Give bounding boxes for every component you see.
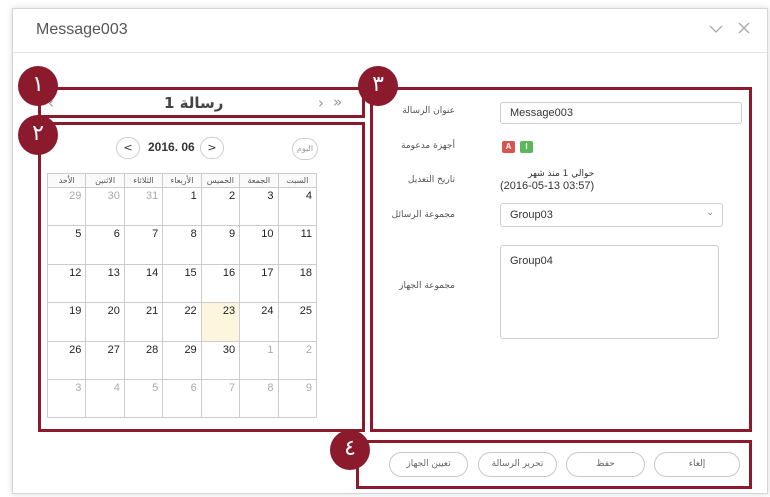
calendar-day[interactable]: 6 — [162, 378, 202, 419]
assign-device-button[interactable]: تعيين الجهاز — [389, 452, 468, 477]
calendar-day[interactable]: 7 — [123, 225, 164, 265]
modified-date-value: حوالي 1 منذ شهر (2016-05-13 03:57) — [500, 168, 594, 192]
edit-message-button[interactable]: تحرير الرسالة — [478, 452, 557, 477]
weekday-label: الجمعة — [239, 173, 279, 188]
calendar-day[interactable]: 8 — [239, 378, 279, 419]
supported-devices-label: أجهزة مدعومة — [401, 141, 455, 151]
calendar-day[interactable]: 2 — [277, 340, 318, 380]
chevron-down-icon[interactable] — [705, 19, 727, 41]
calendar-day[interactable]: 5 — [123, 378, 164, 419]
calendar-day[interactable]: 20 — [85, 302, 125, 342]
prev-month-button[interactable]: < — [116, 137, 140, 159]
weekday-label: الخميس — [200, 173, 241, 188]
chevron-down-icon: ⌄ — [706, 208, 714, 218]
calendar-day[interactable]: 31 — [123, 186, 164, 227]
calendar-week: 12 13 14 15 16 17 18 — [46, 263, 318, 304]
message-group-label: مجموعة الرسائل — [391, 210, 455, 220]
chevron-right-icon[interactable]: › — [318, 94, 324, 112]
message-title-input[interactable] — [500, 102, 742, 124]
device-group-label: مجموعة الجهاز — [399, 281, 455, 291]
weekday-label: الأربعاء — [162, 173, 202, 188]
calendar-day[interactable]: 28 — [123, 340, 164, 380]
weekday-header: الأحد الاثنين الثلاثاء الأربعاء الخميس ا… — [46, 173, 318, 188]
weekday-label: السبت — [277, 173, 318, 188]
calendar-day[interactable]: 11 — [277, 225, 318, 265]
cancel-button[interactable]: إلغاء — [654, 452, 740, 477]
save-button[interactable]: حفظ — [566, 452, 645, 477]
dialog-title: Message003 — [36, 21, 128, 38]
calendar-day[interactable]: 18 — [277, 263, 318, 304]
calendar-day[interactable]: 22 — [162, 302, 202, 342]
device-group-textarea[interactable]: Group04 — [500, 245, 719, 339]
calendar-day[interactable]: 1 — [239, 340, 279, 380]
calendar-month: 2016. 06 — [148, 140, 195, 154]
close-icon[interactable] — [733, 19, 755, 41]
calendar-week: 29 30 31 1 2 3 4 — [46, 186, 318, 227]
message-group-value: Group03 — [510, 209, 553, 221]
calendar-day[interactable]: 10 — [239, 225, 279, 265]
annotation-badge-1: ١ — [18, 66, 58, 106]
calendar-day[interactable]: 9 — [277, 378, 318, 419]
calendar-day[interactable]: 4 — [85, 378, 125, 419]
calendar-day[interactable]: 16 — [200, 263, 241, 304]
calendar-day[interactable]: 27 — [85, 340, 125, 380]
double-chevron-right-icon[interactable]: » — [333, 93, 342, 111]
message-group-select[interactable]: Group03 ⌄ — [500, 203, 723, 227]
calendar-day[interactable]: 25 — [277, 302, 318, 342]
modified-relative: حوالي 1 منذ شهر — [527, 169, 595, 179]
calendar-day[interactable]: 8 — [162, 225, 202, 265]
calendar-day[interactable]: 9 — [200, 225, 241, 265]
calendar-day[interactable]: 3 — [239, 186, 279, 227]
weekday-label: الثلاثاء — [123, 173, 164, 188]
calendar-day-today[interactable]: 23 — [200, 302, 241, 342]
calendar-day[interactable]: 24 — [239, 302, 279, 342]
android-device-badge: A — [502, 141, 515, 153]
annotation-badge-4: ٤ — [330, 430, 370, 470]
calendar-day[interactable]: 29 — [46, 186, 87, 227]
calendar-day[interactable]: 2 — [200, 186, 241, 227]
calendar-day[interactable]: 4 — [277, 186, 318, 227]
calendar-day[interactable]: 15 — [162, 263, 202, 304]
calendar-week: 26 27 28 29 30 1 2 — [46, 340, 318, 380]
modified-date-label: تاريخ التعديل — [407, 175, 455, 185]
calendar-day[interactable]: 12 — [46, 263, 87, 304]
calendar-day[interactable]: 6 — [85, 225, 125, 265]
modified-timestamp: (2016-05-13 03:57) — [500, 180, 595, 192]
calendar-day[interactable]: 19 — [46, 302, 87, 342]
today-button[interactable]: اليوم — [292, 138, 318, 160]
annotation-badge-3: ٣ — [358, 66, 398, 106]
ios-device-badge: I — [520, 141, 533, 153]
calendar-day[interactable]: 3 — [46, 378, 87, 419]
calendar-day[interactable]: 13 — [85, 263, 125, 304]
annotation-badge-2: ٢ — [18, 115, 58, 155]
dialog-header: Message003 — [13, 9, 767, 53]
calendar-day[interactable]: 26 — [46, 340, 87, 380]
message-title: رسالة 1 — [164, 94, 224, 112]
calendar-day[interactable]: 5 — [46, 225, 87, 265]
calendar-day[interactable]: 1 — [162, 186, 202, 227]
message-title-label: عنوان الرسالة — [402, 106, 455, 116]
calendar-day[interactable]: 14 — [123, 263, 164, 304]
weekday-label: الاثنين — [85, 173, 125, 188]
calendar-day[interactable]: 30 — [200, 340, 241, 380]
calendar-grid: الأحد الاثنين الثلاثاء الأربعاء الخميس ا… — [46, 173, 318, 419]
calendar-day[interactable]: 7 — [200, 378, 241, 419]
calendar-week: 3 4 5 6 7 8 9 — [46, 378, 318, 419]
calendar-day[interactable]: 29 — [162, 340, 202, 380]
calendar-day[interactable]: 30 — [85, 186, 125, 227]
next-month-button[interactable]: > — [200, 137, 224, 159]
calendar-day[interactable]: 17 — [239, 263, 279, 304]
calendar-week: 5 6 7 8 9 10 11 — [46, 225, 318, 265]
weekday-label: الأحد — [46, 173, 87, 188]
calendar-day[interactable]: 21 — [123, 302, 164, 342]
calendar-week: 19 20 21 22 23 24 25 — [46, 302, 318, 342]
